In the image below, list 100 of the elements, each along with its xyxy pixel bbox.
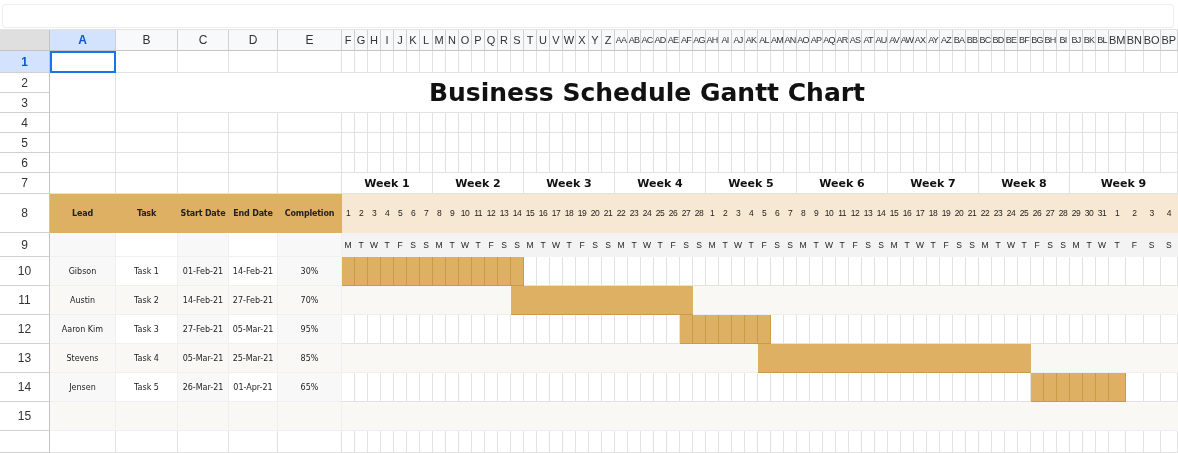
column-header[interactable]: BI <box>1057 30 1070 51</box>
column-header[interactable]: W <box>563 30 576 51</box>
column-header[interactable]: AZ <box>940 30 953 51</box>
column-header[interactable]: I <box>381 30 394 51</box>
column-header[interactable]: K <box>407 30 420 51</box>
column-header[interactable]: AT <box>862 30 875 51</box>
column-header[interactable]: J <box>394 30 407 51</box>
row-header[interactable] <box>0 431 50 453</box>
day-number: 6 <box>771 194 784 233</box>
row-header[interactable]: 12 <box>0 315 50 344</box>
column-header[interactable]: AI <box>719 30 732 51</box>
column-header[interactable]: BC <box>979 30 992 51</box>
column-header[interactable]: BN <box>1126 30 1144 51</box>
weekday-label: F <box>849 233 862 257</box>
column-header[interactable]: C <box>178 30 229 51</box>
column-header[interactable]: AY <box>927 30 940 51</box>
column-header[interactable]: BA <box>953 30 966 51</box>
column-header[interactable]: AB <box>628 30 641 51</box>
column-header[interactable]: AL <box>758 30 771 51</box>
column-header[interactable]: AX <box>914 30 927 51</box>
column-header[interactable]: AN <box>784 30 797 51</box>
column-header[interactable]: AO <box>797 30 810 51</box>
column-header[interactable]: BB <box>966 30 979 51</box>
table-cell: 95% <box>278 315 342 344</box>
column-header[interactable]: AF <box>680 30 693 51</box>
merged-cell[interactable]: Business Schedule Gantt Chart <box>116 73 1178 113</box>
weekday-label: F <box>1031 233 1044 257</box>
column-header[interactable]: G <box>355 30 368 51</box>
column-header[interactable]: BF <box>1018 30 1031 51</box>
select-all-corner[interactable] <box>0 30 50 51</box>
column-header[interactable]: E <box>278 30 342 51</box>
column-header[interactable]: AQ <box>823 30 836 51</box>
column-header[interactable]: BG <box>1031 30 1044 51</box>
row-header[interactable]: 7 <box>0 173 50 194</box>
row-header[interactable]: 9 <box>0 233 50 257</box>
column-header[interactable]: D <box>229 30 278 51</box>
column-header[interactable]: AM <box>771 30 784 51</box>
column-header[interactable]: AA <box>615 30 628 51</box>
row-header[interactable]: 4 <box>0 113 50 133</box>
day-number: 21 <box>602 194 615 233</box>
column-header[interactable]: BH <box>1044 30 1057 51</box>
column-header[interactable]: T <box>524 30 537 51</box>
weekday-label: F <box>394 233 407 257</box>
column-header[interactable]: AG <box>693 30 706 51</box>
day-number: 24 <box>1005 194 1018 233</box>
table-cell: 70% <box>278 286 342 315</box>
column-header[interactable]: BD <box>992 30 1005 51</box>
row-header[interactable]: 15 <box>0 402 50 431</box>
column-header[interactable]: AD <box>654 30 667 51</box>
column-header[interactable]: AJ <box>732 30 745 51</box>
day-number: 15 <box>888 194 901 233</box>
column-header[interactable]: AU <box>875 30 888 51</box>
column-header[interactable]: BE <box>1005 30 1018 51</box>
column-header[interactable]: N <box>446 30 459 51</box>
column-header[interactable]: BJ <box>1070 30 1083 51</box>
row-header[interactable]: 10 <box>0 257 50 286</box>
weekday-label: W <box>368 233 381 257</box>
column-header[interactable]: AV <box>888 30 901 51</box>
column-header[interactable]: O <box>459 30 472 51</box>
day-number: 16 <box>537 194 550 233</box>
column-header[interactable]: AH <box>706 30 719 51</box>
formula-bar[interactable] <box>2 4 1174 28</box>
row-header[interactable]: 1 <box>0 51 50 73</box>
column-header[interactable]: M <box>433 30 446 51</box>
column-header[interactable]: AK <box>745 30 758 51</box>
column-header[interactable]: BM <box>1109 30 1127 51</box>
table-cell: 27-Feb-21 <box>178 315 229 344</box>
row-header[interactable]: 14 <box>0 373 50 402</box>
row-header[interactable]: 6 <box>0 153 50 173</box>
column-header[interactable]: P <box>472 30 485 51</box>
column-header[interactable]: Y <box>589 30 602 51</box>
column-header[interactable]: L <box>420 30 433 51</box>
column-header[interactable]: F <box>342 30 355 51</box>
column-header[interactable]: Q <box>485 30 498 51</box>
column-header[interactable]: H <box>368 30 381 51</box>
row-header[interactable]: 3 <box>0 93 50 113</box>
column-header[interactable]: AR <box>836 30 849 51</box>
column-header[interactable]: AW <box>901 30 914 51</box>
column-header[interactable]: X <box>576 30 589 51</box>
column-header[interactable]: U <box>537 30 550 51</box>
column-header[interactable]: BL <box>1096 30 1109 51</box>
row-header[interactable]: 5 <box>0 133 50 153</box>
column-header[interactable]: V <box>550 30 563 51</box>
row-header[interactable]: 11 <box>0 286 50 315</box>
column-header[interactable]: B <box>116 30 178 51</box>
column-header[interactable]: Z <box>602 30 615 51</box>
column-header[interactable]: AP <box>810 30 823 51</box>
day-number: 16 <box>901 194 914 233</box>
row-header[interactable]: 2 <box>0 73 50 93</box>
column-header[interactable]: AE <box>667 30 680 51</box>
column-header[interactable]: S <box>511 30 524 51</box>
column-header[interactable]: R <box>498 30 511 51</box>
column-header[interactable]: AS <box>849 30 862 51</box>
row-header[interactable]: 13 <box>0 344 50 373</box>
column-header[interactable]: A <box>50 30 116 51</box>
day-number: 13 <box>498 194 511 233</box>
weekday-label: S <box>784 233 797 257</box>
column-header[interactable]: BK <box>1083 30 1096 51</box>
column-header[interactable]: AC <box>641 30 654 51</box>
row-header[interactable]: 8 <box>0 194 50 233</box>
